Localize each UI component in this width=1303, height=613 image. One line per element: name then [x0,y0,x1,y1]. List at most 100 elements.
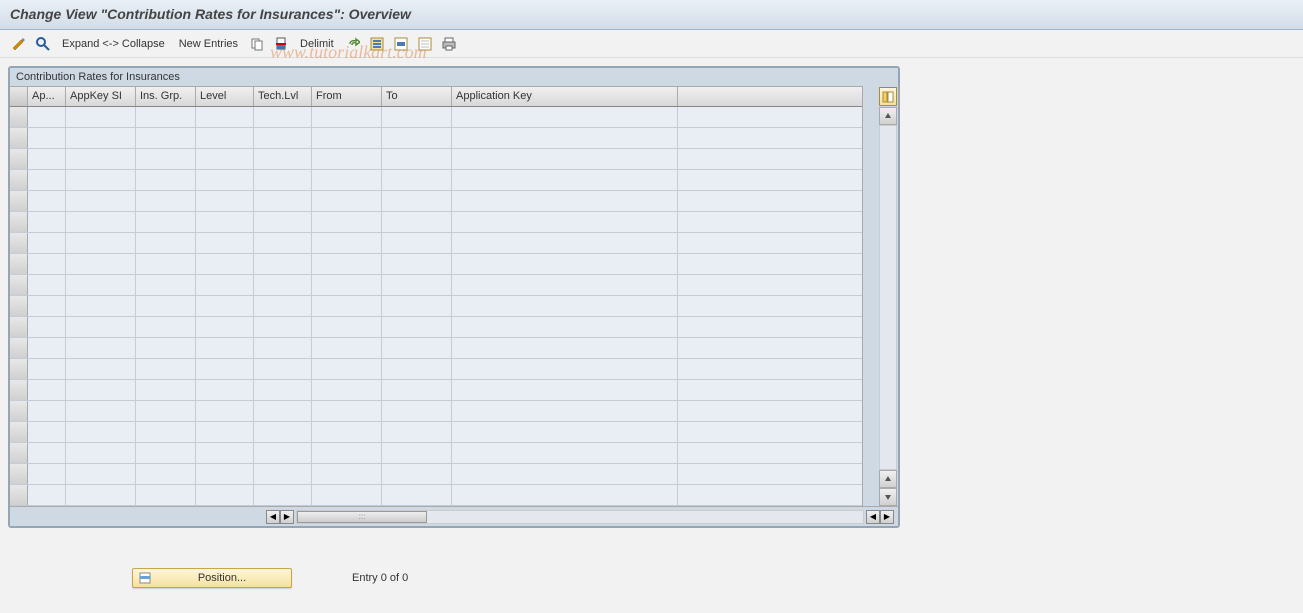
row-selector[interactable] [10,485,28,505]
table-cell[interactable] [28,170,66,190]
table-cell[interactable] [66,338,136,358]
table-cell[interactable] [452,422,678,442]
column-header-appkey-si[interactable]: AppKey SI [66,87,136,106]
row-selector[interactable] [10,338,28,358]
table-row[interactable] [10,275,862,296]
undo-icon[interactable] [344,35,362,53]
table-row[interactable] [10,359,862,380]
table-cell[interactable] [254,317,312,337]
table-cell[interactable] [254,464,312,484]
table-cell[interactable] [678,275,862,295]
row-selector[interactable] [10,170,28,190]
table-cell[interactable] [196,296,254,316]
table-cell[interactable] [312,443,382,463]
table-cell[interactable] [382,485,452,505]
table-cell[interactable] [452,233,678,253]
table-row[interactable] [10,149,862,170]
row-selector[interactable] [10,212,28,232]
table-cell[interactable] [28,212,66,232]
table-cell[interactable] [28,191,66,211]
table-cell[interactable] [196,338,254,358]
table-cell[interactable] [678,170,862,190]
table-cell[interactable] [254,170,312,190]
table-cell[interactable] [196,443,254,463]
column-header-tech-lvl[interactable]: Tech.Lvl [254,87,312,106]
table-cell[interactable] [452,191,678,211]
table-cell[interactable] [196,107,254,127]
row-selector[interactable] [10,191,28,211]
column-header-extra[interactable] [678,87,862,106]
table-cell[interactable] [196,149,254,169]
table-row[interactable] [10,380,862,401]
table-cell[interactable] [66,317,136,337]
table-cell[interactable] [66,254,136,274]
row-selector[interactable] [10,464,28,484]
row-selector[interactable] [10,359,28,379]
table-cell[interactable] [382,422,452,442]
table-cell[interactable] [382,275,452,295]
table-cell[interactable] [312,233,382,253]
hscroll-right-button[interactable]: ▶ [280,510,294,524]
table-row[interactable] [10,233,862,254]
row-selector[interactable] [10,422,28,442]
table-cell[interactable] [196,317,254,337]
table-cell[interactable] [312,275,382,295]
table-cell[interactable] [66,170,136,190]
table-cell[interactable] [678,128,862,148]
table-cell[interactable] [196,128,254,148]
table-cell[interactable] [678,296,862,316]
table-cell[interactable] [452,254,678,274]
row-selector[interactable] [10,443,28,463]
table-cell[interactable] [66,128,136,148]
row-selector[interactable] [10,317,28,337]
table-cell[interactable] [254,380,312,400]
table-cell[interactable] [312,149,382,169]
table-cell[interactable] [136,401,196,421]
table-cell[interactable] [452,359,678,379]
table-row[interactable] [10,338,862,359]
column-header-selector[interactable] [10,87,28,106]
row-selector[interactable] [10,128,28,148]
table-cell[interactable] [452,212,678,232]
table-row[interactable] [10,464,862,485]
hscroll-left-end-button[interactable]: ◀ [866,510,880,524]
table-cell[interactable] [312,464,382,484]
table-row[interactable] [10,422,862,443]
table-cell[interactable] [136,149,196,169]
table-cell[interactable] [136,212,196,232]
table-cell[interactable] [678,422,862,442]
table-cell[interactable] [254,422,312,442]
scroll-up-small-button[interactable] [879,470,897,488]
table-cell[interactable] [678,191,862,211]
table-cell[interactable] [66,485,136,505]
table-cell[interactable] [312,422,382,442]
table-cell[interactable] [28,149,66,169]
table-cell[interactable] [196,170,254,190]
expand-collapse-button[interactable]: Expand <-> Collapse [58,38,169,50]
hscroll-thumb[interactable]: ::: [297,511,427,523]
table-cell[interactable] [66,107,136,127]
table-cell[interactable] [382,128,452,148]
table-cell[interactable] [452,107,678,127]
table-row[interactable] [10,128,862,149]
table-cell[interactable] [66,296,136,316]
row-selector[interactable] [10,296,28,316]
table-cell[interactable] [28,233,66,253]
table-cell[interactable] [136,254,196,274]
table-cell[interactable] [312,254,382,274]
table-cell[interactable] [382,443,452,463]
table-cell[interactable] [254,296,312,316]
copy-icon[interactable] [248,35,266,53]
table-row[interactable] [10,485,862,506]
column-header-application-key[interactable]: Application Key [452,87,678,106]
table-cell[interactable] [66,401,136,421]
print-icon[interactable] [440,35,458,53]
table-cell[interactable] [254,338,312,358]
table-cell[interactable] [452,275,678,295]
table-cell[interactable] [66,359,136,379]
column-header-ap[interactable]: Ap... [28,87,66,106]
hscroll-right-end-button[interactable]: ▶ [880,510,894,524]
row-selector[interactable] [10,149,28,169]
table-cell[interactable] [196,233,254,253]
table-cell[interactable] [28,401,66,421]
